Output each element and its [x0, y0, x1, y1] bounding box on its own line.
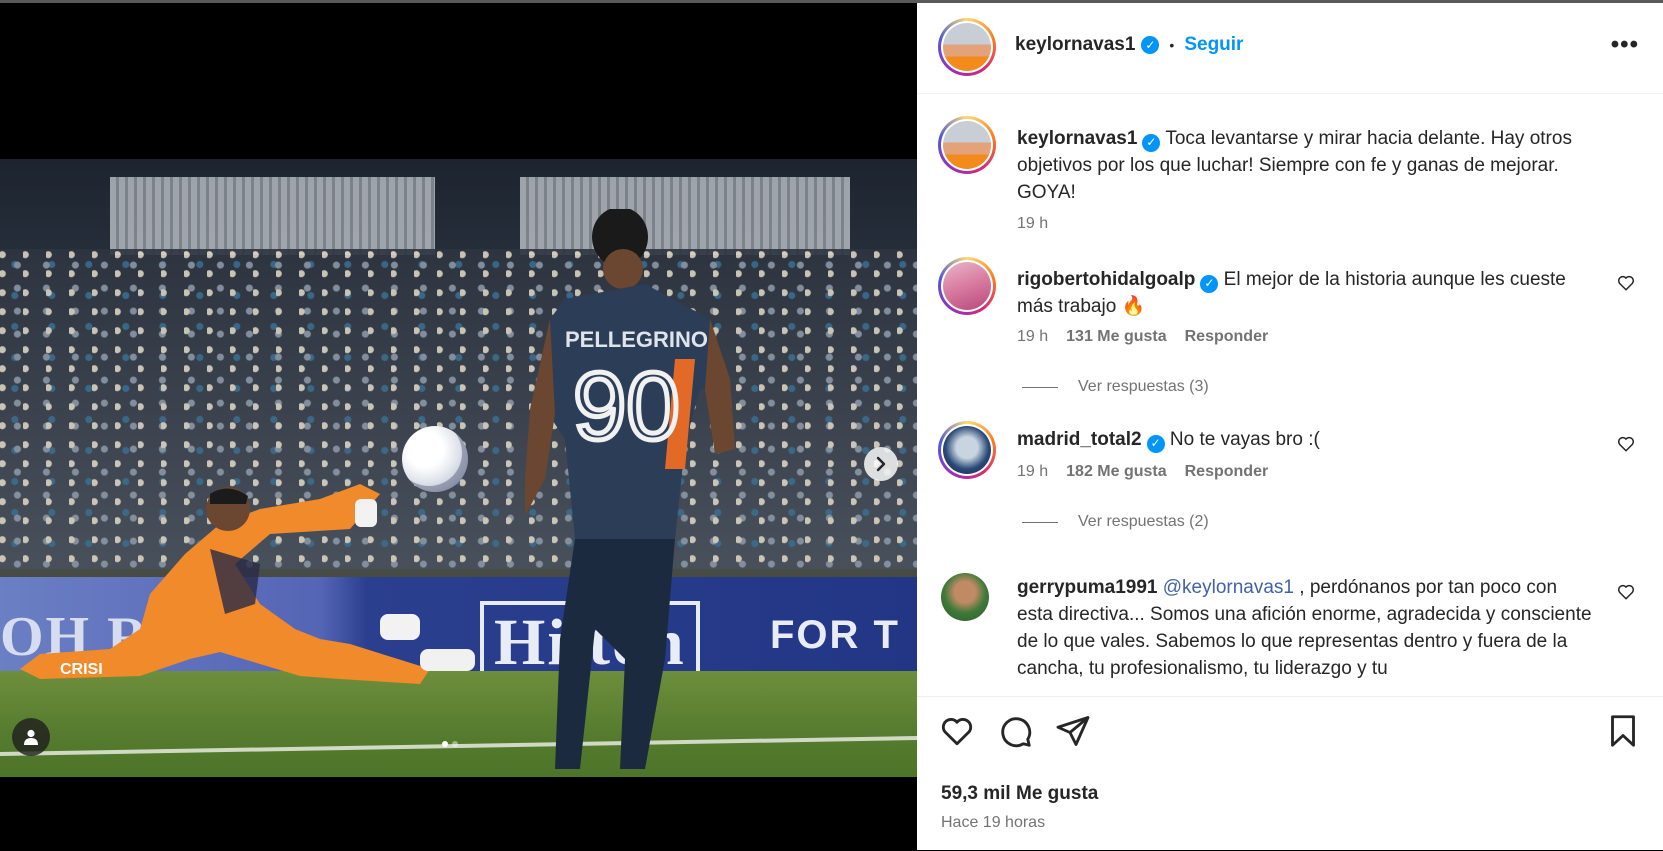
ad-text-right: FOR T — [770, 613, 900, 657]
post-photo: OH R Hilton FOR T CRISI PELLEGRINO — [0, 159, 917, 777]
header-separator: • — [1169, 37, 1175, 53]
post-media[interactable]: OH R Hilton FOR T CRISI PELLEGRINO — [0, 3, 917, 850]
bookmark-icon[interactable] — [1605, 713, 1641, 749]
reply-button[interactable]: Responder — [1185, 328, 1269, 346]
verified-badge-icon: ✓ — [1141, 36, 1160, 54]
view-replies-button[interactable]: Ver respuestas (3) — [1022, 378, 1209, 396]
jersey-number-text: 90 — [573, 353, 680, 460]
post-actions: 59,3 mil Me gusta Hace 19 horas — [917, 696, 1663, 851]
share-icon[interactable] — [1055, 713, 1091, 749]
comments-list[interactable]: keylornavas1 ✓ Toca levantarse y mirar ha… — [917, 94, 1663, 696]
comment-username[interactable]: gerrypuma1991 — [1017, 577, 1157, 598]
comment-username[interactable]: rigobertohidalgoalp — [1017, 269, 1195, 290]
user-icon — [24, 729, 38, 745]
post-side-panel: keylornavas1 ✓ • Seguir ••• keylornavas1… — [917, 3, 1663, 850]
author-avatar-image — [943, 23, 991, 71]
view-replies-label: Ver respuestas (3) — [1078, 378, 1209, 395]
more-icon: ••• — [1610, 31, 1639, 58]
comment-meta: 19 h 182 Me gusta Responder — [1017, 463, 1268, 481]
comment-text: madrid_total2 ✓ No te vayas bro :( — [1017, 426, 1597, 453]
follow-button[interactable]: Seguir — [1184, 34, 1243, 56]
striker-figure: PELLEGRINO 90 — [525, 209, 735, 769]
caption-meta: 19 h — [1017, 215, 1048, 233]
like-heart-icon[interactable] — [939, 713, 975, 749]
more-options-button[interactable]: ••• — [1611, 31, 1639, 59]
comment-meta: 19 h 131 Me gusta Responder — [1017, 328, 1268, 346]
heart-icon[interactable] — [1617, 435, 1635, 453]
jersey-name-text: PELLEGRINO — [565, 327, 708, 352]
commenter-avatar-image — [943, 426, 991, 474]
user-tag-button[interactable] — [12, 718, 50, 756]
heart-icon[interactable] — [1617, 583, 1635, 601]
view-replies-label: Ver respuestas (2) — [1078, 513, 1209, 530]
comment-text: gerrypuma1991 @keylornavas1 , perdónanos… — [1017, 574, 1597, 682]
caption-avatar[interactable] — [938, 116, 996, 174]
verified-badge-icon: ✓ — [1200, 274, 1219, 293]
verified-badge-icon: ✓ — [1142, 133, 1161, 152]
carousel-next-button[interactable] — [864, 447, 898, 481]
replies-divider — [1022, 521, 1058, 523]
likes-count[interactable]: 59,3 mil Me gusta — [941, 783, 1098, 805]
comment-likes[interactable]: 131 Me gusta — [1066, 328, 1166, 346]
chevron-right-icon — [876, 456, 886, 472]
comment-time: 19 h — [1017, 328, 1049, 345]
heart-icon[interactable] — [1617, 274, 1635, 292]
commenter-avatar[interactable] — [938, 421, 996, 479]
comment-icon[interactable] — [997, 713, 1033, 749]
keeper-jersey-text: CRISI — [60, 661, 103, 678]
caption-text: keylornavas1 ✓ Toca levantarse y mirar ha… — [1017, 125, 1597, 206]
carousel-indicator — [442, 741, 458, 747]
carousel-dot — [452, 741, 458, 747]
commenter-avatar-image — [943, 262, 991, 310]
comment-username[interactable]: madrid_total2 — [1017, 429, 1142, 450]
caption-avatar-image — [943, 121, 991, 169]
verified-badge-icon: ✓ — [1146, 434, 1165, 453]
commenter-avatar[interactable] — [938, 257, 996, 315]
carousel-dot-active — [442, 741, 448, 747]
post-header: keylornavas1 ✓ • Seguir ••• — [917, 3, 1663, 94]
author-username[interactable]: keylornavas1 — [1015, 34, 1135, 56]
caption-username[interactable]: keylornavas1 — [1017, 128, 1137, 149]
comment-text: rigobertohidalgoalp ✓ El mejor de la hist… — [1017, 266, 1597, 320]
reply-button[interactable]: Responder — [1185, 463, 1269, 481]
commenter-avatar[interactable] — [941, 573, 989, 621]
comment-time: 19 h — [1017, 463, 1049, 480]
comment-mention[interactable]: @keylornavas1 — [1163, 577, 1294, 598]
comment-body: No te vayas bro :( — [1169, 429, 1320, 450]
stadium-lights — [110, 177, 435, 255]
post-time: Hace 19 horas — [941, 814, 1046, 831]
caption-time: 19 h — [1017, 215, 1049, 232]
comment-likes[interactable]: 182 Me gusta — [1066, 463, 1166, 481]
view-replies-button[interactable]: Ver respuestas (2) — [1022, 513, 1209, 531]
soccer-ball — [402, 426, 468, 492]
author-avatar[interactable] — [938, 18, 996, 76]
replies-divider — [1022, 386, 1058, 388]
